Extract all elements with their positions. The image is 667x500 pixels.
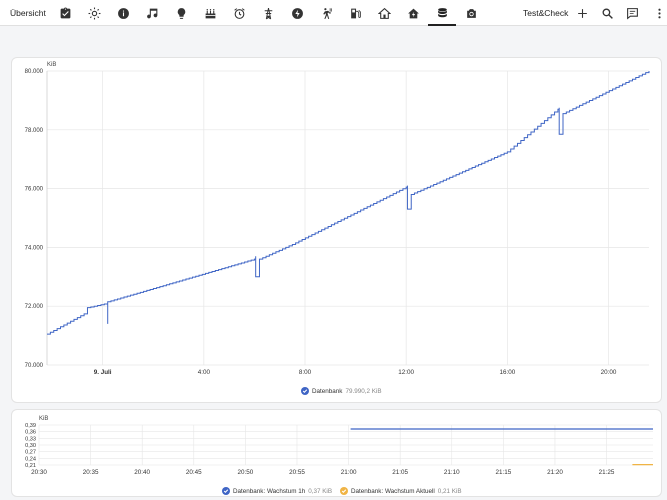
plus-icon bbox=[577, 8, 587, 18]
legend-label: Datenbank: Wachstum Aktuell bbox=[351, 487, 435, 495]
cake-icon bbox=[205, 8, 215, 18]
x-tick-label: 20:30 bbox=[31, 469, 47, 476]
x-tick-label: 20:55 bbox=[289, 469, 305, 476]
tab-power-grid[interactable] bbox=[259, 4, 277, 22]
y-tick-label: 70.000 bbox=[25, 363, 44, 369]
tab-fuel[interactable] bbox=[346, 4, 364, 22]
x-tick-label: 21:20 bbox=[547, 469, 563, 476]
lightbulb-icon bbox=[177, 7, 185, 19]
legend-item-wachstum-1h[interactable]: Datenbank: Wachstum 1h 0,37 KiB bbox=[222, 487, 332, 495]
transmission-tower-icon bbox=[264, 7, 272, 19]
legend-check-icon bbox=[301, 387, 309, 395]
legend-item-datenbank[interactable]: Datenbank 79.990,2 KiB bbox=[301, 387, 382, 395]
x-tick-label: 20:35 bbox=[83, 469, 99, 476]
walking-sensor-icon bbox=[322, 7, 332, 19]
search-icon bbox=[602, 8, 613, 19]
music-note-icon bbox=[146, 8, 157, 18]
database-icon bbox=[437, 7, 447, 17]
x-tick-label: 21:15 bbox=[495, 469, 511, 476]
legend-check-icon bbox=[222, 487, 230, 495]
x-tick-label: 20:00 bbox=[601, 369, 617, 376]
y-tick-label: 0,30 bbox=[25, 443, 36, 449]
database-size-chart[interactable]: KiB 70.000 72.000 74.000 76.000 78.000 80.000 9… bbox=[12, 58, 663, 404]
message-icon bbox=[626, 7, 638, 20]
tab-database[interactable] bbox=[433, 4, 451, 22]
x-tick-label: 20:50 bbox=[238, 469, 254, 476]
y-tick-label: 0,33 bbox=[25, 436, 36, 442]
x-tick-label: 4:00 bbox=[198, 369, 211, 376]
camera-icon bbox=[466, 8, 476, 18]
info-icon bbox=[117, 7, 129, 19]
x-tick-label: 21:25 bbox=[599, 469, 615, 476]
tab-motion[interactable] bbox=[317, 4, 335, 22]
tab-camera[interactable] bbox=[462, 4, 480, 22]
home-lightning-icon bbox=[407, 8, 419, 18]
y-tick-label: 80.000 bbox=[25, 69, 44, 75]
x-tick-label: 20:45 bbox=[186, 469, 202, 476]
legend-label: Datenbank: Wachstum 1h bbox=[233, 487, 306, 495]
overflow-menu-button[interactable] bbox=[650, 4, 667, 22]
add-button[interactable] bbox=[573, 4, 591, 22]
y-tick-label: 72.000 bbox=[25, 304, 44, 310]
fuel-pump-icon bbox=[350, 8, 361, 18]
x-tick-label: 20:40 bbox=[134, 469, 150, 476]
tab-cake[interactable] bbox=[201, 4, 219, 22]
tab-alarm[interactable] bbox=[230, 4, 248, 22]
lightning-bolt-icon bbox=[291, 7, 303, 19]
tab-sun[interactable] bbox=[85, 4, 103, 22]
y-tick-label: 0,27 bbox=[25, 450, 36, 456]
tab-music[interactable] bbox=[143, 4, 161, 22]
tab-clipboard[interactable] bbox=[56, 4, 74, 22]
database-growth-chart[interactable]: KiB0,210,240,270,300,330,360,3920:30 20:3… bbox=[12, 410, 663, 498]
y-axis-unit-label: KiB bbox=[47, 62, 56, 68]
x-tick-label: 21:00 bbox=[341, 469, 357, 476]
legend-check-icon bbox=[340, 487, 348, 495]
dashboard-title: Übersicht bbox=[10, 8, 46, 18]
active-tab-indicator bbox=[428, 24, 456, 26]
tab-home-energy[interactable] bbox=[404, 4, 422, 22]
search-button[interactable] bbox=[598, 4, 616, 22]
tab-home[interactable] bbox=[375, 4, 393, 22]
more-vertical-icon bbox=[657, 8, 661, 18]
tab-light[interactable] bbox=[172, 4, 190, 22]
database-size-card: KiB 70.000 72.000 74.000 76.000 78.000 80.000 9… bbox=[11, 57, 662, 403]
y-tick-label: 0,24 bbox=[25, 456, 36, 462]
top-app-bar: Übersicht Test&Check bbox=[0, 0, 667, 26]
legend-value: 0,21 KiB bbox=[437, 487, 462, 495]
legend-value: 79.990,2 KiB bbox=[345, 387, 382, 395]
test-check-tab[interactable]: Test&Check bbox=[523, 8, 568, 18]
y-tick-label: 0,36 bbox=[25, 430, 36, 436]
legend-value: 0,37 KiB bbox=[308, 487, 333, 495]
x-tick-label: 16:00 bbox=[499, 369, 515, 376]
database-growth-card: KiB 0,21 0,24 0,27 0,30 0,33 0,36 0,39 20:30 20:3… bbox=[11, 409, 662, 497]
tab-energy[interactable] bbox=[288, 4, 306, 22]
y-axis-unit-label: KiB bbox=[39, 416, 48, 422]
x-tick-label: 12:00 bbox=[398, 369, 414, 376]
y-tick-label: 0,39 bbox=[25, 423, 36, 429]
sun-icon bbox=[88, 7, 100, 19]
x-tick-label: 8:00 bbox=[299, 369, 312, 376]
x-tick-label: 21:05 bbox=[392, 469, 408, 476]
tab-info[interactable] bbox=[114, 4, 132, 22]
legend-label: Datenbank bbox=[312, 387, 343, 395]
x-tick-label: 9. Juli bbox=[94, 369, 112, 376]
assist-button[interactable] bbox=[623, 4, 641, 22]
legend-item-wachstum-aktuell[interactable]: Datenbank: Wachstum Aktuell 0,21 KiB bbox=[340, 487, 462, 495]
clipboard-check-icon bbox=[60, 7, 70, 18]
x-tick-label: 21:10 bbox=[444, 469, 460, 476]
y-tick-label: 74.000 bbox=[25, 245, 44, 251]
home-icon bbox=[377, 7, 391, 19]
alarm-clock-icon bbox=[233, 7, 245, 19]
series-line-datenbank bbox=[47, 71, 650, 335]
y-tick-label: 76.000 bbox=[25, 187, 44, 193]
y-tick-label: 78.000 bbox=[25, 128, 44, 134]
